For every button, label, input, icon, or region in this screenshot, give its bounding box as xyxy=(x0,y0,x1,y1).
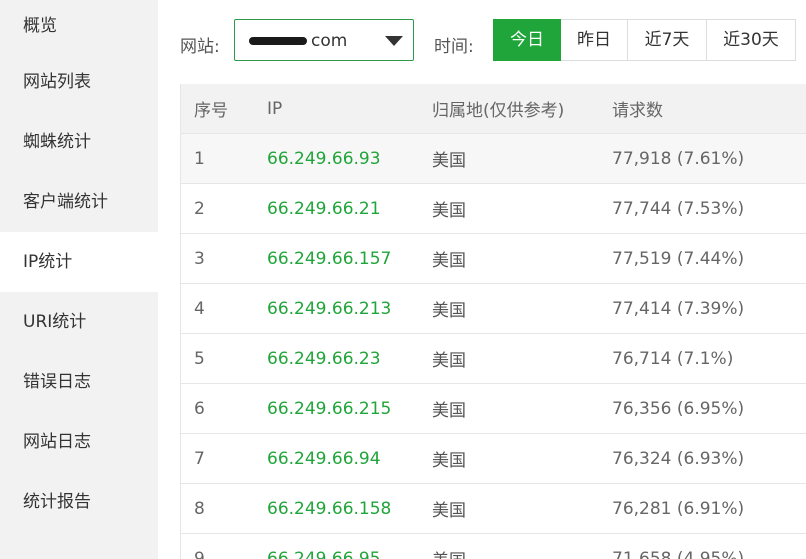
ip-link[interactable]: 66.249.66.23 xyxy=(267,349,381,369)
site-select-value: com xyxy=(311,31,348,51)
sidebar-item-spider-stats[interactable]: 蜘蛛统计 xyxy=(0,112,158,172)
time-button-30days[interactable]: 近30天 xyxy=(707,19,796,61)
ip-link[interactable]: 66.249.66.21 xyxy=(267,199,381,219)
row-index: 9 xyxy=(194,548,205,559)
caret-down-icon xyxy=(385,36,403,46)
sidebar-item-overview[interactable]: 概览 xyxy=(0,0,158,52)
sidebar-item-client-stats[interactable]: 客户端统计 xyxy=(0,172,158,232)
table-row: 4 66.249.66.213 美国 77,414 (7.39%) xyxy=(181,284,806,334)
table-row: 7 66.249.66.94 美国 76,324 (6.93%) xyxy=(181,434,806,484)
row-requests: 77,918 (7.61%) xyxy=(612,148,745,169)
row-index: 4 xyxy=(194,298,205,319)
row-requests: 77,744 (7.53%) xyxy=(612,198,745,219)
row-index: 3 xyxy=(194,248,205,269)
row-location: 美国 xyxy=(432,301,466,321)
row-location: 美国 xyxy=(432,546,612,559)
row-location: 美国 xyxy=(432,251,466,271)
table-row: 6 66.249.66.215 美国 76,356 (6.95%) xyxy=(181,384,806,434)
sidebar-item-report[interactable]: 统计报告 xyxy=(0,472,158,532)
table-row: 1 66.249.66.93 美国 77,918 (7.61%) xyxy=(181,134,806,184)
row-location: 美国 xyxy=(432,201,466,221)
ip-link[interactable]: 66.249.66.93 xyxy=(267,149,381,169)
table-row: 9 66.249.66.95 美国 71,658 (4.95%) xyxy=(181,534,806,559)
row-index: 8 xyxy=(194,498,205,519)
row-requests: 77,519 (7.44%) xyxy=(612,248,745,269)
redacted-site-name xyxy=(249,37,307,45)
row-location: 美国 xyxy=(432,451,466,471)
header-index: 序号 xyxy=(194,101,228,121)
ip-link[interactable]: 66.249.66.213 xyxy=(267,299,391,319)
row-location: 美国 xyxy=(432,501,466,521)
sidebar-item-uri-stats[interactable]: URI统计 xyxy=(0,292,158,352)
row-requests: 76,324 (6.93%) xyxy=(612,448,745,469)
sidebar-item-error-log[interactable]: 错误日志 xyxy=(0,352,158,412)
time-button-7days[interactable]: 近7天 xyxy=(628,19,707,61)
sidebar-item-site-list[interactable]: 网站列表 xyxy=(0,52,158,112)
row-location: 美国 xyxy=(432,151,466,171)
row-index: 1 xyxy=(194,148,205,169)
row-requests: 76,356 (6.95%) xyxy=(612,398,745,419)
sidebar: 概览 网站列表 蜘蛛统计 客户端统计 IP统计 URI统计 错误日志 网站日志 … xyxy=(0,0,158,559)
table-row: 8 66.249.66.158 美国 76,281 (6.91%) xyxy=(181,484,806,534)
row-location: 美国 xyxy=(432,401,466,421)
row-index: 7 xyxy=(194,448,205,469)
row-requests: 76,281 (6.91%) xyxy=(612,498,745,519)
table-row: 2 66.249.66.21 美国 77,744 (7.53%) xyxy=(181,184,806,234)
sidebar-item-site-log[interactable]: 网站日志 xyxy=(0,412,158,472)
row-requests: 77,414 (7.39%) xyxy=(612,298,745,319)
time-label: 时间: xyxy=(434,37,474,57)
app-window: 概览 网站列表 蜘蛛统计 客户端统计 IP统计 URI统计 错误日志 网站日志 … xyxy=(0,0,806,559)
ip-stats-table: 序号 IP 归属地(仅供参考) 请求数 1 66.249.66.93 美国 77… xyxy=(180,84,806,559)
header-requests: 请求数 xyxy=(612,101,663,121)
row-index: 6 xyxy=(194,398,205,419)
site-label: 网站: xyxy=(180,37,220,57)
row-index: 5 xyxy=(194,348,205,369)
row-requests: 76,714 (7.1%) xyxy=(612,348,734,369)
row-index: 2 xyxy=(194,198,205,219)
time-range-group: 今日 昨日 近7天 近30天 xyxy=(493,19,796,61)
ip-link[interactable]: 66.249.66.157 xyxy=(267,249,391,269)
time-button-yesterday[interactable]: 昨日 xyxy=(561,19,628,61)
sidebar-item-ip-stats[interactable]: IP统计 xyxy=(0,232,158,292)
ip-link[interactable]: 66.249.66.215 xyxy=(267,399,391,419)
ip-link[interactable]: 66.249.66.94 xyxy=(267,449,381,469)
site-select[interactable]: com xyxy=(234,19,414,61)
row-location: 美国 xyxy=(432,351,466,371)
header-location: 归属地(仅供参考) xyxy=(432,101,565,121)
table-row: 3 66.249.66.157 美国 77,519 (7.44%) xyxy=(181,234,806,284)
table-header-row: 序号 IP 归属地(仅供参考) 请求数 xyxy=(181,84,806,134)
row-requests: 71,658 (4.95%) xyxy=(612,548,745,559)
ip-link[interactable]: 66.249.66.95 xyxy=(267,549,381,559)
ip-link[interactable]: 66.249.66.158 xyxy=(267,499,391,519)
header-ip: IP xyxy=(267,98,283,119)
table-row: 5 66.249.66.23 美国 76,714 (7.1%) xyxy=(181,334,806,384)
time-button-today[interactable]: 今日 xyxy=(493,19,561,61)
filter-bar: 网站: com 时间: 今日 昨日 近7天 近30天 xyxy=(158,0,806,82)
